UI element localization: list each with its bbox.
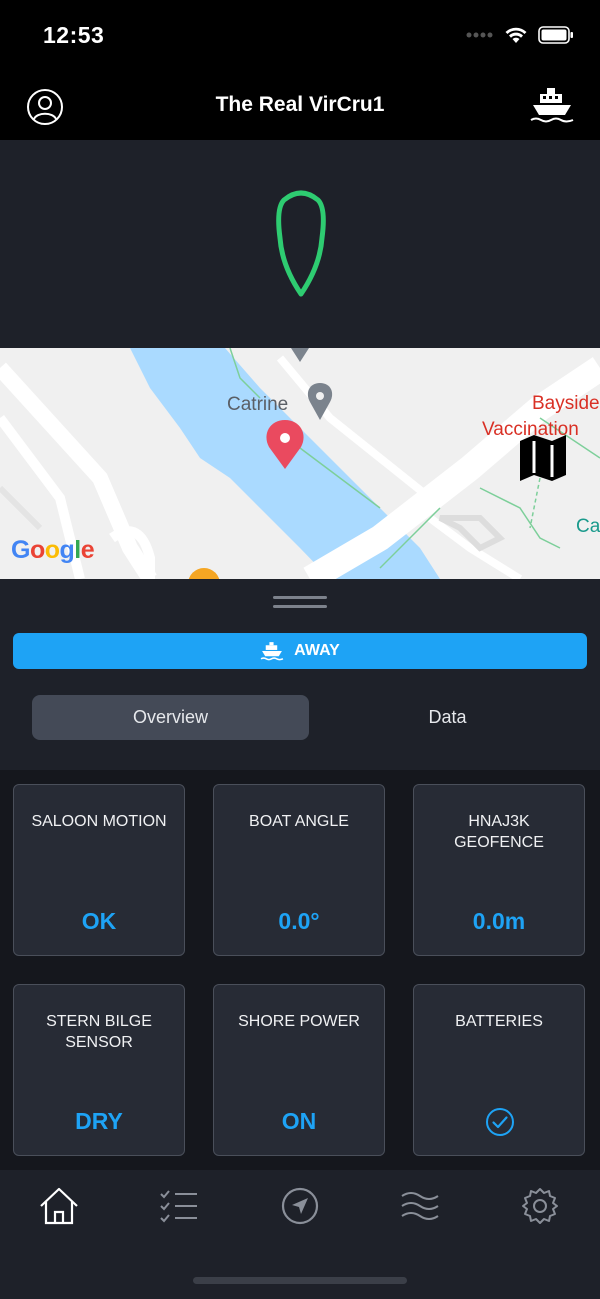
battery-icon [538,26,573,44]
boat-button[interactable] [529,85,575,125]
tile-geofence[interactable]: HNAJ3K GEOFENCE 0.0m [413,784,585,956]
google-logo-letter: o [44,536,60,564]
tile-saloon-motion[interactable]: SALOON MOTION OK [13,784,185,956]
gear-icon[interactable] [518,1186,562,1226]
tile-value: OK [81,908,117,934]
google-logo-letter: G [11,536,30,564]
drag-handle[interactable] [273,596,327,613]
google-logo-letter: o [29,536,45,564]
map-label-bayside: Bayside [532,393,600,414]
away-status-label: AWAY [294,642,340,659]
tile-boat-angle[interactable]: BOAT ANGLE 0.0° [213,784,385,956]
tile-value: 0.0m [472,908,526,934]
tile-title: BOAT ANGLE [249,813,349,830]
map-icon[interactable] [517,433,569,483]
header-title: The Real VirCru1 [215,93,385,116]
cellular-signal-icon [466,32,493,38]
google-logo: Google [11,536,95,565]
map-view[interactable]: Catrine Bayside Vaccination Ca Google [0,348,600,579]
check-circle-icon [486,1108,514,1136]
status-time: 12:53 [43,22,105,48]
tile-value: DRY [75,1108,123,1134]
status-bar: 12:53 [0,0,600,75]
tile-batteries[interactable]: BATTERIES [413,984,585,1156]
navigation-icon[interactable] [278,1186,322,1226]
tile-stern-bilge-sensor[interactable]: STERN BILGE SENSOR DRY [13,984,185,1156]
tab-data[interactable]: Data [309,695,586,740]
home-icon[interactable] [37,1186,81,1226]
map-label-catrine: Catrine [227,394,289,415]
checklist-icon[interactable] [157,1186,201,1226]
google-logo-letter: e [80,536,95,564]
map-label-partial: Ca [576,516,600,537]
tab-overview[interactable]: Overview [32,695,309,740]
app-header: The Real VirCru1 [0,75,600,140]
google-logo-letter: g [59,536,75,564]
tile-shore-power[interactable]: SHORE POWER ON [213,984,385,1156]
away-status-button[interactable]: AWAY [13,633,587,669]
segmented-control: Overview Data [32,695,568,740]
tile-value: ON [281,1108,317,1134]
heading-marker-icon [276,190,326,297]
tile-title: HNAJ3K GEOFENCE [454,813,544,851]
home-indicator [193,1277,407,1284]
tile-title: SALOON MOTION [31,813,167,830]
tile-title: BATTERIES [455,1013,543,1030]
boat-icon [260,642,284,661]
boat-icon [530,88,574,123]
wifi-icon [505,27,527,43]
tile-title: SHORE POWER [238,1013,360,1030]
tile-value: 0.0° [278,908,320,934]
waves-icon[interactable] [398,1186,442,1226]
tile-title: STERN BILGE SENSOR [46,1013,152,1051]
